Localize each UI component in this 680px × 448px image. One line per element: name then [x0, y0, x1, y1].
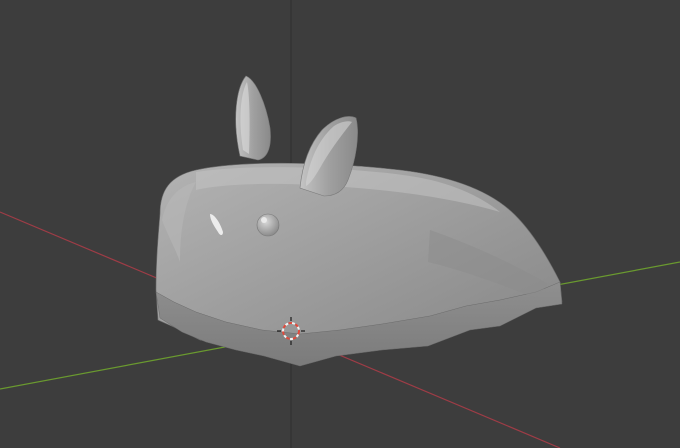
bunny-mesh[interactable] [155, 75, 563, 367]
bunny-eye-highlight [261, 217, 267, 223]
bunny-eye [256, 213, 280, 237]
viewport-canvas[interactable] [0, 0, 680, 448]
3d-viewport[interactable] [0, 0, 680, 448]
